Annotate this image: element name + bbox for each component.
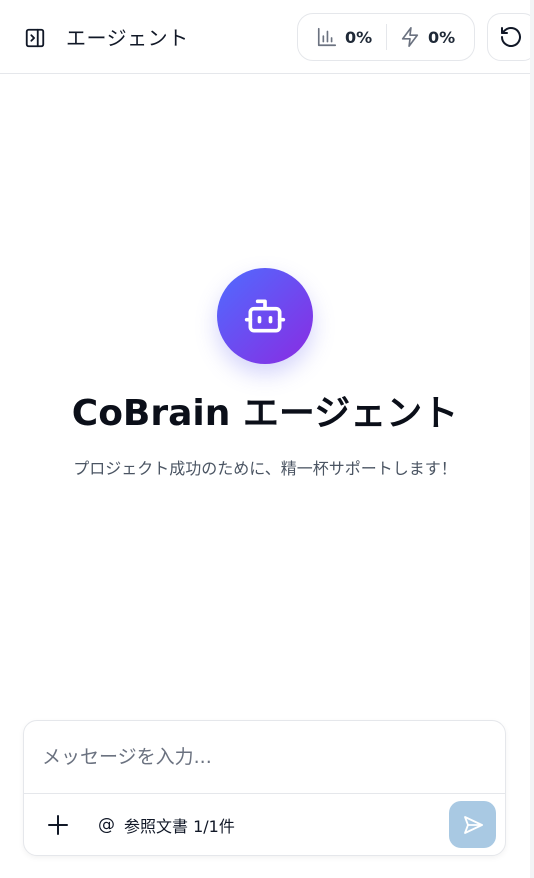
refresh-icon <box>501 27 521 47</box>
credits-value: 0% <box>428 27 456 47</box>
sidebar-toggle-icon <box>25 28 45 48</box>
page-title: エージェント <box>66 26 189 50</box>
message-composer: @ 参照文書 1/1件 <box>23 720 506 856</box>
agent-app: エージェント 0% 0% CoBrain エージェント プロジェクト成功のために… <box>0 0 534 878</box>
lightning-icon <box>401 27 419 47</box>
robot-icon <box>244 299 286 333</box>
header: エージェント 0% 0% <box>0 0 534 74</box>
reference-documents-label: 参照文書 1/1件 <box>124 817 235 836</box>
hero-subtitle: プロジェクト成功のために、精一杯サポートします！ <box>73 459 457 478</box>
usage-stats: 0% 0% <box>297 13 475 61</box>
reference-documents-button[interactable]: @ 参照文書 1/1件 <box>98 813 235 837</box>
panel-toggle-button[interactable] <box>22 25 48 51</box>
reset-button[interactable] <box>487 13 534 61</box>
usage-stat[interactable]: 0% <box>298 14 386 60</box>
agent-avatar <box>217 268 313 364</box>
at-sign-icon: @ <box>98 815 115 835</box>
usage-value: 0% <box>345 27 373 47</box>
message-input[interactable] <box>42 739 482 775</box>
scrollbar-track[interactable] <box>530 0 534 878</box>
add-attachment-button[interactable] <box>42 809 74 841</box>
composer-divider <box>24 793 505 794</box>
hero-title: CoBrain エージェント <box>71 393 459 434</box>
credits-stat[interactable]: 0% <box>387 14 455 60</box>
plus-icon <box>48 815 68 835</box>
send-button[interactable] <box>449 801 496 848</box>
bar-chart-icon <box>317 27 337 47</box>
send-icon <box>463 815 483 834</box>
